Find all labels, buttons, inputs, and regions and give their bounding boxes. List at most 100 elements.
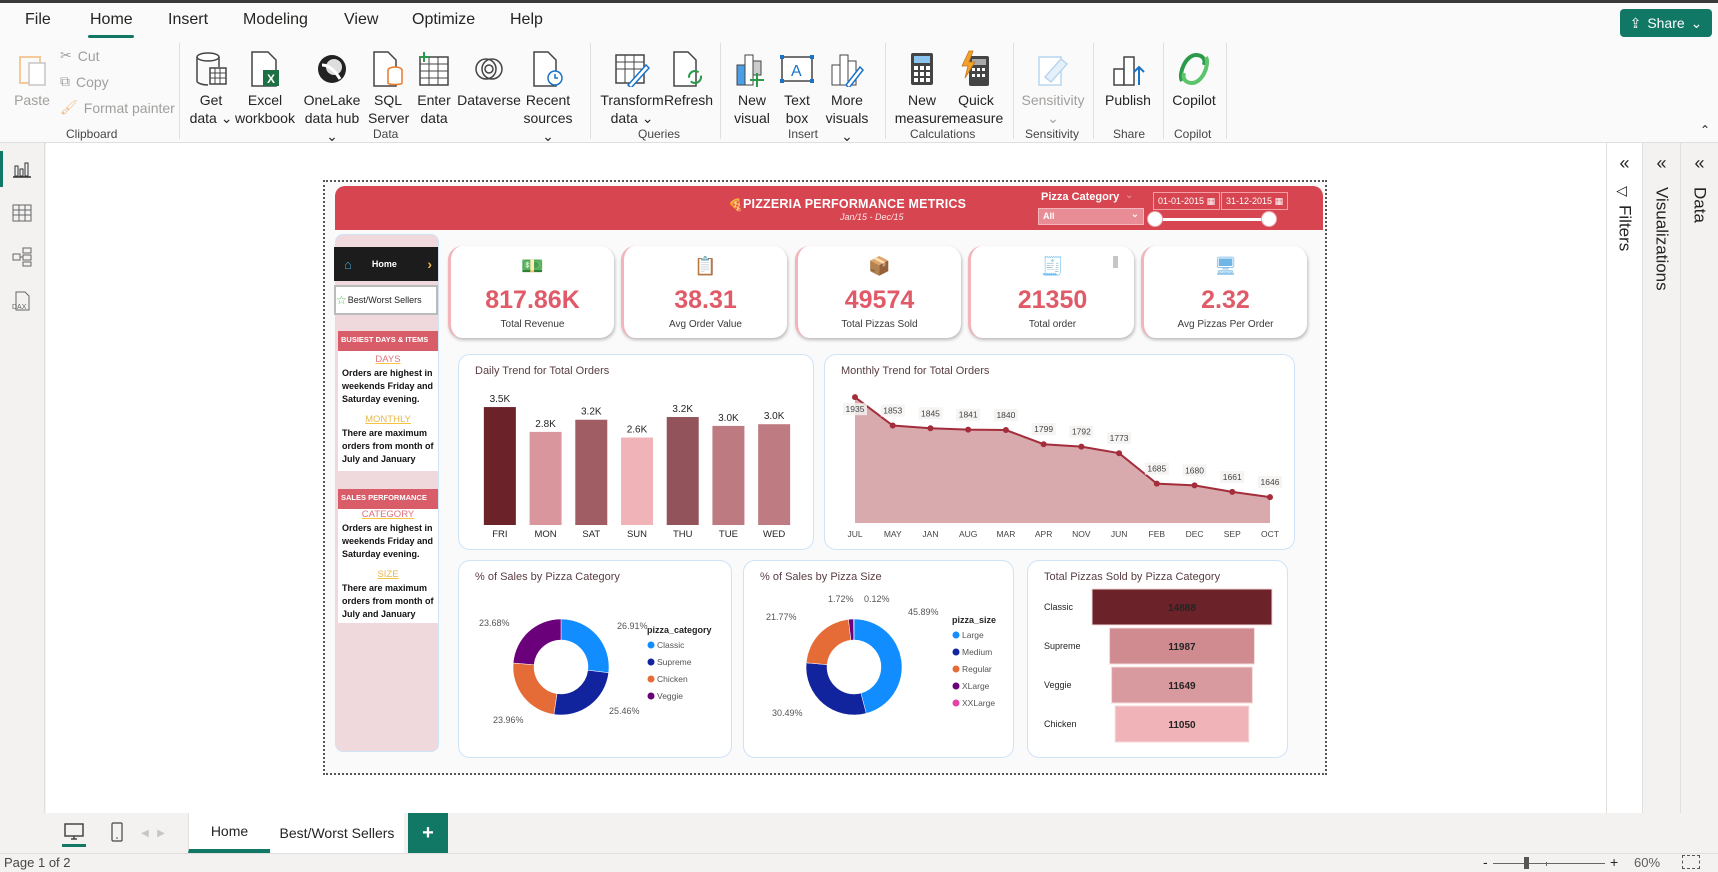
add-page-button[interactable]: +: [408, 813, 448, 853]
expand-visualizations-icon[interactable]: «: [1643, 153, 1680, 174]
onelake-button[interactable]: OneLake data hub ⌄: [298, 47, 366, 145]
page-tab-home[interactable]: Home: [188, 813, 270, 853]
new-visual-button[interactable]: New visual: [730, 47, 774, 127]
excel-workbook-button[interactable]: X Excel workbook: [234, 47, 296, 127]
menu-help[interactable]: Help: [510, 11, 543, 29]
fit-to-page-icon[interactable]: [1682, 855, 1700, 869]
data-label: 1841: [959, 410, 978, 420]
kpi-value: 817.86K: [485, 286, 580, 314]
kpi-label: Total Pizzas Sold: [841, 319, 918, 330]
filters-pane-label: Filters: [1615, 205, 1635, 252]
menu-view[interactable]: View: [344, 11, 378, 29]
sql-server-button[interactable]: SQL Server: [368, 47, 409, 127]
menu-insert[interactable]: Insert: [168, 11, 208, 29]
scroll-tabs-left-icon[interactable]: ◀: [138, 813, 152, 853]
expand-data-icon[interactable]: «: [1681, 153, 1718, 174]
funnel-value: 14888: [1168, 603, 1196, 614]
data-label: 1646: [1261, 477, 1280, 487]
nav-home-button[interactable]: ⌂ Home ›: [334, 247, 438, 281]
pizzas-sold-by-category-funnel[interactable]: Total Pizzas Sold by Pizza Category 1488…: [1027, 560, 1288, 758]
category-slicer-label: Pizza Category: [1041, 191, 1120, 203]
refresh-button[interactable]: Refresh: [664, 47, 713, 109]
sensitivity-button[interactable]: Sensitivity ⌄: [1018, 47, 1088, 127]
insight-header: BUSIEST DAYS & ITEMS: [338, 331, 438, 351]
menu-optimize[interactable]: Optimize: [412, 11, 475, 29]
home-icon: ⌂: [344, 256, 352, 272]
table-view-icon[interactable]: [10, 201, 34, 225]
zoom-slider-thumb[interactable]: [1524, 857, 1529, 869]
date-range-end-handle[interactable]: [1261, 211, 1277, 227]
slice-label: 25.46%: [609, 706, 640, 716]
copilot-button[interactable]: Copilot: [1168, 47, 1220, 109]
data-point: [927, 425, 934, 432]
text-box-button[interactable]: A Text box: [776, 47, 818, 127]
paste-icon: [14, 47, 50, 91]
kpi-card-total-revenue[interactable]: 💵 817.86K Total Revenue: [448, 246, 614, 338]
scroll-tabs-right-icon[interactable]: ▶: [154, 813, 168, 853]
expand-filters-icon[interactable]: «: [1607, 153, 1642, 174]
slice-label: 0.12%: [864, 594, 890, 604]
dataverse-button[interactable]: Dataverse: [456, 47, 522, 109]
x-tick-label: AUG: [959, 529, 977, 539]
kpi-card-total-order[interactable]: 🧾 21350 Total order: [968, 246, 1134, 338]
enter-data-button[interactable]: Enter data: [412, 47, 456, 127]
bar-data-label: 3.2K: [581, 407, 602, 418]
dax-query-view-icon[interactable]: DAX: [10, 289, 34, 313]
quick-measure-button[interactable]: Quick measure: [946, 47, 1006, 127]
end-date-input[interactable]: 31-12-2015 ▦: [1221, 192, 1289, 210]
zoom-out-button[interactable]: -: [1483, 854, 1488, 870]
data-pane-collapsed[interactable]: « Data: [1680, 143, 1718, 813]
paste-button[interactable]: Paste: [14, 47, 50, 109]
cut-button[interactable]: ✂ Cut: [60, 47, 100, 64]
donut-slice: [560, 618, 610, 674]
scrollbar-thumb[interactable]: [1113, 256, 1118, 268]
get-data-button[interactable]: Get data ⌄: [188, 47, 234, 127]
new-measure-button[interactable]: New measure: [892, 47, 952, 127]
visualizations-pane-collapsed[interactable]: « Visualizations: [1642, 143, 1680, 813]
copy-button[interactable]: ⧉ Copy: [60, 73, 109, 90]
page-tab-best-worst-sellers[interactable]: Best/Worst Sellers: [270, 813, 404, 853]
star-icon: ☆: [336, 293, 347, 307]
data-pane-label: Data: [1690, 187, 1710, 223]
insight-box: SALES PERFORMANCE CATEGORY Orders are hi…: [338, 489, 438, 623]
kpi-label: Total order: [1028, 319, 1077, 330]
menu-file[interactable]: File: [25, 11, 51, 29]
share-button[interactable]: ⇪ Share ⌄: [1620, 9, 1712, 37]
group-separator: [1163, 43, 1164, 139]
sales-by-category-donut[interactable]: % of Sales by Pizza Category 26.91% 25.46…: [458, 560, 732, 758]
kpi-card-avg-pizzas-per-order[interactable]: 🖥 2.32 Avg Pizzas Per Order: [1141, 246, 1307, 338]
sql-label: SQL: [373, 92, 402, 108]
insight-subtitle: CATEGORY: [361, 509, 415, 520]
format-painter-button[interactable]: 🖌 Format painter: [60, 99, 175, 116]
report-view-icon[interactable]: [10, 157, 34, 181]
model-view-icon[interactable]: [10, 245, 34, 269]
daily-trend-chart[interactable]: Daily Trend for Total Orders 3.5K FRI 2.8K…: [458, 354, 814, 550]
chevron-down-icon[interactable]: ⌄: [1125, 190, 1133, 201]
mobile-layout-button[interactable]: [102, 813, 132, 853]
menu-modeling[interactable]: Modeling: [243, 11, 308, 29]
kpi-card-total-pizzas-sold[interactable]: 📦 49574 Total Pizzas Sold: [795, 246, 961, 338]
legend-marker: [647, 675, 655, 683]
monthly-trend-chart[interactable]: Monthly Trend for Total Orders 1935 JUL 18…: [824, 354, 1295, 550]
transform-data-button[interactable]: Transform data ⌄: [600, 47, 664, 127]
category-slicer-dropdown[interactable]: All ⌄: [1038, 208, 1144, 225]
menu-home[interactable]: Home: [90, 11, 133, 29]
kpi-card-avg-order-value[interactable]: 📋 38.31 Avg Order Value: [621, 246, 787, 338]
legend-item: Large: [962, 630, 984, 640]
nav-best-worst-button[interactable]: ☆ Best/Worst Sellers: [334, 285, 438, 315]
zoom-slider-track[interactable]: [1493, 863, 1605, 864]
x-tick-label: DEC: [1186, 529, 1204, 539]
delivery-icon: 📦: [868, 256, 891, 276]
start-date-input[interactable]: 01-01-2015 ▦: [1153, 192, 1221, 210]
zoom-in-button[interactable]: +: [1610, 854, 1618, 870]
publish-button[interactable]: Publish: [1100, 47, 1156, 109]
recent-sources-button[interactable]: Recent sources ⌄: [520, 47, 576, 145]
date-range-track[interactable]: [1155, 218, 1269, 221]
sensitivity-group-label: Sensitivity: [1025, 127, 1080, 141]
filters-pane-collapsed[interactable]: « ▽ Filters: [1606, 143, 1642, 813]
collapse-ribbon-icon[interactable]: ⌃: [1700, 123, 1710, 137]
more-visuals-button[interactable]: More visuals ⌄: [822, 47, 872, 145]
date-range-start-handle[interactable]: [1147, 211, 1163, 227]
desktop-layout-button[interactable]: [56, 813, 92, 853]
sales-by-size-donut[interactable]: % of Sales by Pizza Size 45.89% 30.49% 21.…: [743, 560, 1014, 758]
